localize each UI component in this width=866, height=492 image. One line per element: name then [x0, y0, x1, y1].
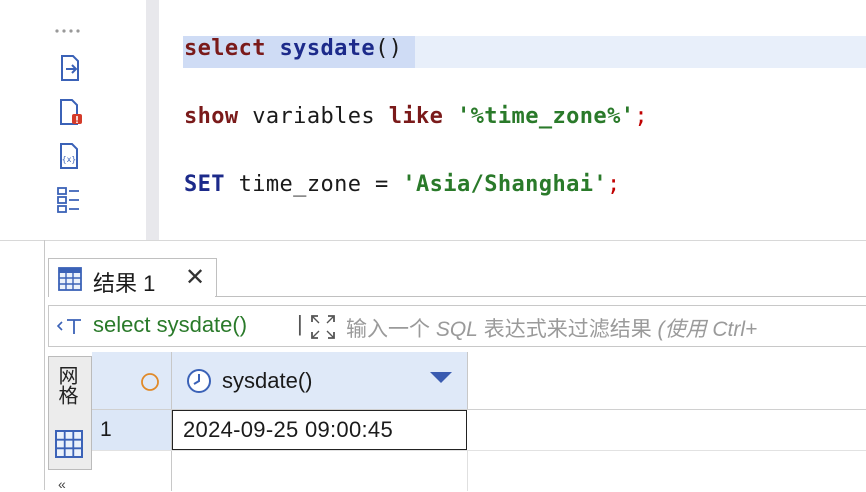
filter-query-text[interactable]: select sysdate(): [93, 312, 247, 338]
tab-grid-view[interactable]: 网格: [48, 356, 92, 470]
editor-gutter: [146, 0, 159, 240]
placeholder-text: 输入一个: [346, 318, 436, 341]
identifier: time_zone =: [238, 172, 389, 197]
filter-separator: |: [297, 311, 303, 336]
sql-editor[interactable]: {x} select sysdate() show variables like…: [0, 0, 866, 240]
clock-icon: [186, 368, 212, 399]
placeholder-hint: (使用 Ctrl+: [657, 318, 758, 341]
svg-text:{x}: {x}: [62, 155, 76, 164]
grid-tab-label: 网格: [55, 365, 77, 405]
grid-icon: [54, 429, 84, 464]
tab-strip-line: [215, 296, 866, 297]
table-icon: [57, 266, 83, 297]
grid-header-row: sysdate(): [92, 352, 866, 410]
string-literal: 'Asia/Shanghai': [402, 172, 608, 197]
error-log-icon[interactable]: [56, 98, 84, 126]
keyword: show: [184, 104, 239, 129]
chevron-down-icon[interactable]: [430, 372, 452, 383]
keyword: SET: [184, 172, 225, 197]
drag-handle-icon[interactable]: [54, 22, 84, 33]
semicolon: ;: [634, 104, 649, 129]
column-header-sysdate[interactable]: sysdate(): [172, 352, 468, 409]
tab-label: 结果 1: [93, 271, 156, 296]
empty-row: [92, 451, 866, 491]
row-number: 1: [100, 418, 112, 441]
expand-icon[interactable]: [309, 313, 337, 346]
function-name: sysdate: [279, 36, 376, 61]
editor-toolbar: {x}: [44, 0, 96, 240]
sql-text-icon: [56, 314, 86, 343]
results-grid[interactable]: sysdate() 1 2024-09-25 09:00:45: [92, 352, 866, 491]
row-index-header[interactable]: [92, 352, 172, 409]
cell-value: 2024-09-25 09:00:45: [183, 417, 393, 442]
select-all-icon[interactable]: [140, 372, 160, 397]
keyword: select: [184, 36, 266, 61]
semicolon: ;: [607, 172, 621, 197]
code-line-2[interactable]: show variables like '%time_zone%';: [184, 104, 648, 129]
left-divider: [44, 240, 45, 490]
placeholder-text-sql: SQL: [435, 318, 478, 341]
placeholder-text-rest: 表达式来过滤结果: [477, 318, 658, 341]
empty-row-index: [92, 451, 172, 491]
identifier: variables: [252, 104, 376, 129]
column-header-label: sysdate(): [222, 368, 313, 393]
code-line-1[interactable]: select sysdate(): [184, 36, 402, 61]
filter-input-placeholder[interactable]: 输入一个 SQL 表达式来过滤结果 (使用 Ctrl+: [346, 313, 757, 343]
filter-bar[interactable]: select sysdate() | 输入一个 SQL 表达式来过滤结果 (使用…: [48, 305, 866, 347]
execute-script-icon[interactable]: [56, 54, 84, 82]
empty-cell: [172, 451, 468, 491]
variables-icon[interactable]: {x}: [56, 142, 84, 170]
table-cell-sysdate[interactable]: 2024-09-25 09:00:45: [172, 410, 467, 450]
tab-results-1[interactable]: 结果 1 ✕: [48, 258, 217, 297]
panel-divider[interactable]: [0, 240, 866, 241]
punctuation: (): [375, 36, 403, 61]
keyword: like: [388, 104, 444, 129]
close-icon[interactable]: ✕: [185, 263, 205, 292]
table-row[interactable]: 1 2024-09-25 09:00:45: [92, 410, 866, 451]
outline-icon[interactable]: [56, 186, 84, 214]
string-literal: '%time_zone%': [456, 104, 635, 129]
row-index-cell[interactable]: 1: [92, 410, 172, 450]
code-area[interactable]: select sysdate() show variables like '%t…: [159, 0, 866, 240]
code-line-3[interactable]: SET time_zone = 'Asia/Shanghai';: [184, 172, 621, 197]
left-strip: [0, 0, 44, 240]
